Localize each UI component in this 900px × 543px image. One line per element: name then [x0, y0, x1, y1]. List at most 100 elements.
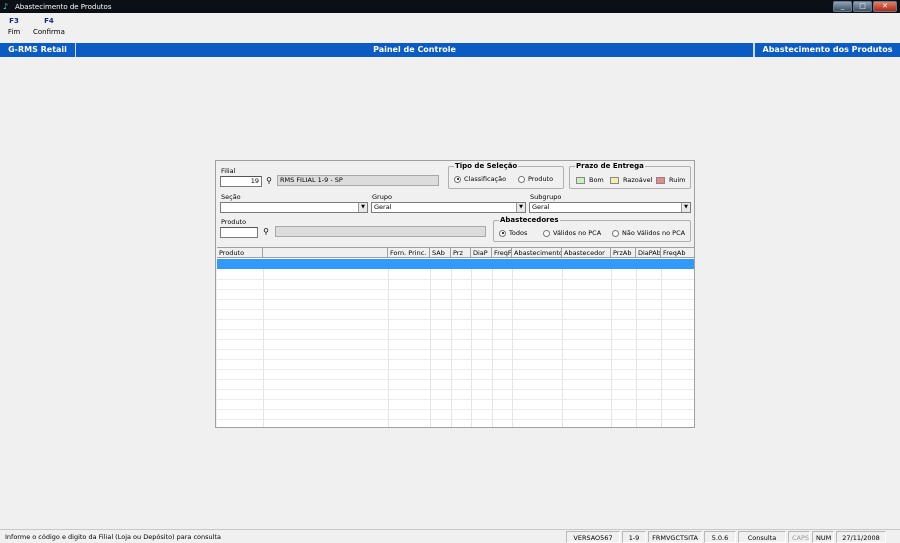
filial-label: Filial: [221, 167, 236, 175]
radio-classificacao[interactable]: Classificação: [454, 175, 506, 183]
radio-produto[interactable]: Produto: [518, 175, 553, 183]
grid-row-line: [217, 339, 694, 340]
grid-col-line: [451, 269, 452, 427]
subgrupo-select[interactable]: Geral ▼: [529, 202, 691, 213]
control-panel: Filial 19 ⚲ RMS FILIAL 1-9 - SP Tipo de …: [215, 160, 695, 428]
grid-row-line: [217, 279, 694, 280]
status-bar: Informe o código e digito da Filial (Loj…: [0, 529, 900, 543]
produto-description: [275, 226, 486, 237]
header-app-name: G-RMS Retail: [0, 43, 76, 57]
chevron-down-icon: ▼: [516, 203, 525, 212]
legend-bom: Bom: [576, 176, 604, 184]
confirma-button[interactable]: F4 Confirma: [28, 15, 70, 43]
products-grid[interactable]: Produto Forn. Princ. SAb Prz DiaP FreqF …: [217, 247, 694, 427]
grid-col-line: [611, 269, 612, 427]
grid-col-line: [562, 269, 563, 427]
col-prz[interactable]: Prz: [451, 248, 471, 258]
legend-razoavel-label: Razoável: [623, 176, 653, 184]
grid-row-line: [217, 289, 694, 290]
close-button[interactable]: ✕: [873, 1, 897, 12]
secao-select[interactable]: ▼: [220, 202, 368, 213]
status-num: NUM: [812, 531, 834, 543]
grid-header: Produto Forn. Princ. SAb Prz DiaP FreqF …: [217, 248, 694, 258]
maximize-button[interactable]: □: [853, 1, 872, 12]
col-sab[interactable]: SAb: [430, 248, 451, 258]
legend-ruim: Ruim: [656, 176, 685, 184]
grid-col-line: [430, 269, 431, 427]
grid-row-line: [217, 389, 694, 390]
fim-key: F3: [9, 17, 19, 25]
grid-row-line: [217, 349, 694, 350]
status-build: 5.0.6: [704, 531, 736, 543]
col-forn-princ[interactable]: Forn. Princ.: [388, 248, 430, 258]
grid-row-line: [217, 359, 694, 360]
filial-description: RMS FILIAL 1-9 - SP: [277, 175, 439, 186]
status-mode: Consulta: [738, 531, 786, 543]
produto-label: Produto: [221, 218, 247, 226]
grid-col-line: [636, 269, 637, 427]
prazo-entrega-group: Prazo de Entrega Bom Razoável Ruim: [569, 162, 691, 189]
radio-classificacao-dot: [454, 175, 461, 183]
col-przab[interactable]: PrzAb: [611, 248, 636, 258]
legend-bom-label: Bom: [589, 176, 604, 184]
title-bar: ♪ Abastecimento de Produtos _ □ ✕: [0, 0, 900, 13]
col-freqf[interactable]: FreqF: [492, 248, 512, 258]
radio-nao-validos-pca-label: Não Válidos no PCA: [622, 229, 686, 237]
radio-validos-pca-label: Válidos no PCA: [553, 229, 602, 237]
status-filial: 1-9: [622, 531, 646, 543]
tipo-selecao-group: Tipo de Seleção Classificação Produto: [448, 162, 564, 189]
grid-col-line: [388, 269, 389, 427]
status-form: FRMVGCTSITA: [648, 531, 702, 543]
fim-button[interactable]: F3 Fim: [2, 15, 26, 43]
grupo-value: Geral: [374, 203, 392, 211]
legend-ruim-label: Ruim: [669, 176, 686, 184]
col-freqab[interactable]: FreqAb: [661, 248, 694, 258]
grid-row-line: [217, 309, 694, 310]
minimize-button[interactable]: _: [833, 1, 852, 12]
grid-row-line: [217, 409, 694, 410]
col-abastecimento[interactable]: Abastecimento: [512, 248, 562, 258]
legend-razoavel-swatch: [610, 176, 619, 184]
grupo-label: Grupo: [372, 193, 392, 201]
col-abastecedor[interactable]: Abastecedor: [562, 248, 611, 258]
abastecedores-group: Abastecedores Todos Válidos no PCA Não V…: [493, 216, 691, 242]
tipo-selecao-title: Tipo de Seleção: [454, 162, 519, 171]
radio-nao-validos-pca-dot: [612, 229, 619, 237]
produto-input[interactable]: [220, 227, 258, 238]
radio-validos-pca[interactable]: Válidos no PCA: [543, 229, 601, 237]
grid-col-line: [263, 269, 264, 427]
grid-row-line: [217, 379, 694, 380]
selected-row[interactable]: [217, 259, 694, 269]
grid-col-line: [492, 269, 493, 427]
grid-col-line: [512, 269, 513, 427]
grid-row-line: [217, 419, 694, 420]
radio-todos[interactable]: Todos: [499, 229, 527, 237]
grid-col-line: [661, 269, 662, 427]
col-produto[interactable]: Produto: [217, 248, 263, 258]
radio-nao-validos-pca[interactable]: Não Válidos no PCA: [612, 229, 685, 237]
radio-produto-dot: [518, 175, 525, 183]
app-icon: ♪: [3, 2, 9, 11]
produto-search-binoculars-icon[interactable]: ⚲: [259, 226, 273, 238]
col-diapab[interactable]: DiaPAb: [636, 248, 661, 258]
filial-search-binoculars-icon[interactable]: ⚲: [262, 175, 276, 187]
grupo-select[interactable]: Geral ▼: [371, 202, 526, 213]
col-descricao[interactable]: [263, 248, 388, 258]
radio-validos-pca-dot: [543, 229, 550, 237]
prazo-entrega-title: Prazo de Entrega: [575, 162, 645, 171]
chevron-down-icon: ▼: [358, 203, 367, 212]
status-version: VERSAO567: [566, 531, 620, 543]
col-diap[interactable]: DiaP: [471, 248, 492, 258]
secao-label: Seção: [221, 193, 241, 201]
confirma-label: Confirma: [33, 28, 65, 36]
grid-row-line: [217, 399, 694, 400]
filial-input[interactable]: 19: [220, 176, 262, 187]
radio-classificacao-label: Classificação: [464, 175, 507, 183]
header-bar: G-RMS Retail Painel de Controle Abasteci…: [0, 43, 900, 57]
window-title: Abastecimento de Produtos: [15, 2, 112, 11]
header-screen-name: Abastecimento dos Produtos: [754, 43, 900, 57]
chevron-down-icon: ▼: [681, 203, 690, 212]
subgrupo-value: Geral: [532, 203, 550, 211]
subgrupo-label: Subgrupo: [530, 193, 562, 201]
grid-row-line: [217, 299, 694, 300]
